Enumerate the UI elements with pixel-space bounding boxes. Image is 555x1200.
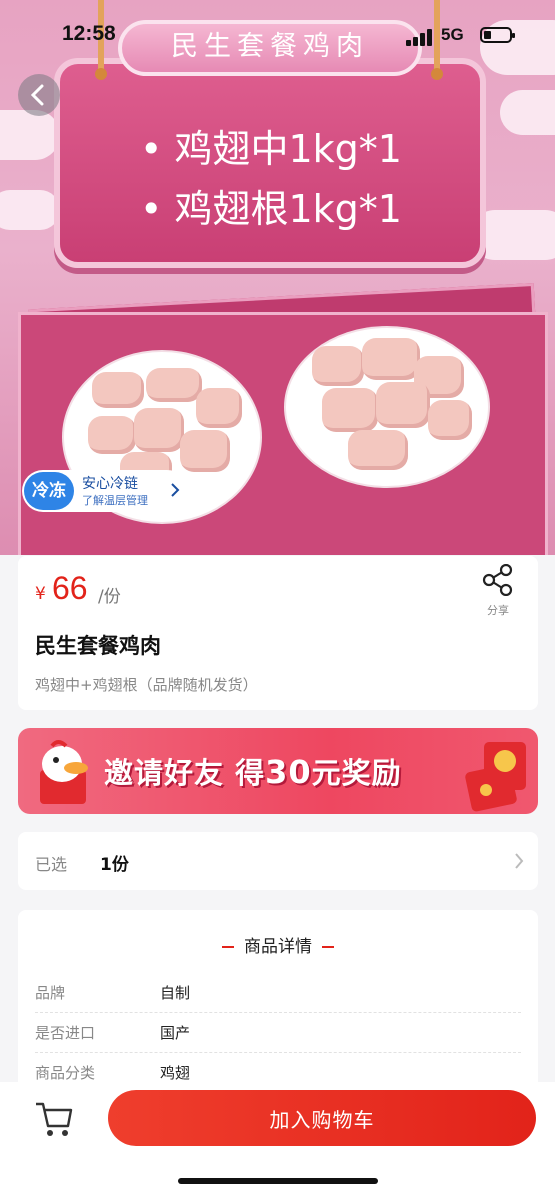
sign-pin (431, 68, 443, 80)
detail-row: 是否进口 国产 (35, 1012, 521, 1053)
selection-label: 已选 (35, 855, 68, 874)
cold-chain-subtitle: 了解温层管理 (82, 494, 148, 507)
meat-piece (362, 338, 420, 380)
signal-icon (406, 28, 434, 46)
sign-pin (95, 68, 107, 80)
back-icon (30, 84, 44, 106)
detail-value: 国产 (160, 1024, 191, 1042)
frozen-tag: 冷冻 (24, 472, 74, 510)
product-title: 民生套餐鸡肉 (35, 634, 161, 658)
product-details: 商品详情 品牌 自制 是否进口 国产 商品分类 鸡翅 (18, 910, 538, 1100)
details-heading: 商品详情 (18, 932, 538, 957)
detail-key: 品牌 (35, 984, 66, 1002)
meat-piece (92, 372, 144, 408)
price-unit: /份 (98, 587, 121, 607)
share-icon (482, 563, 513, 597)
product-subtitle: 鸡翅中+鸡翅根（品牌随机发货） (35, 676, 258, 694)
price-value: 66 (52, 570, 88, 606)
currency-symbol: ¥ (35, 584, 46, 604)
detail-value: 自制 (160, 984, 191, 1002)
selection-value: 1份 (100, 855, 129, 875)
coin-icon (494, 750, 516, 772)
cold-chain-badge[interactable]: 冷冻 安心冷链 了解温层管理 (22, 470, 188, 512)
back-button[interactable] (18, 74, 60, 116)
cold-chain-title: 安心冷链 (82, 476, 138, 492)
status-bar: 12:58 5G (0, 18, 555, 54)
network-type: 5G (441, 25, 464, 44)
bottom-action-bar: 加入购物车 (0, 1082, 555, 1200)
meat-piece (428, 400, 472, 440)
chevron-right-icon (515, 853, 524, 869)
mascot-icon (40, 740, 88, 804)
meat-piece (312, 346, 364, 386)
detail-value: 鸡翅 (160, 1064, 191, 1082)
meat-piece (146, 368, 202, 402)
share-button[interactable]: 分享 (478, 563, 518, 618)
battery-icon (480, 27, 515, 43)
meat-piece (376, 382, 430, 428)
invite-banner[interactable]: 邀请好友 得30元奖励 (18, 728, 538, 814)
cloud-decoration (500, 90, 555, 135)
meat-piece (134, 408, 184, 452)
meat-piece (88, 416, 136, 454)
meat-piece (180, 430, 230, 472)
cloud-decoration (0, 110, 60, 160)
detail-key: 商品分类 (35, 1064, 96, 1082)
cloud-decoration (0, 190, 60, 230)
meat-piece (322, 388, 378, 432)
coin-icon (480, 784, 492, 796)
status-time: 12:58 (62, 22, 116, 45)
add-to-cart-button[interactable]: 加入购物车 (108, 1090, 536, 1146)
price-card: ¥ 66 /份 分享 民生套餐鸡肉 鸡翅中+鸡翅根（品牌随机发货） (18, 556, 538, 710)
chevron-right-icon (171, 483, 180, 497)
home-indicator (178, 1178, 378, 1184)
meat-piece (348, 430, 408, 470)
detail-row: 品牌 自制 (35, 972, 521, 1013)
cart-icon[interactable] (34, 1098, 74, 1138)
meat-piece (196, 388, 242, 428)
banner-text: 邀请好友 得30元奖励 (104, 753, 402, 791)
product-hero-image[interactable]: 民生套餐鸡肉 • 鸡翅中1kg*1 • 鸡翅根1kg*1 冷冻 安心冷链 了解温… (0, 0, 555, 555)
selection-row[interactable]: 已选 1份 (18, 832, 538, 890)
bullet-item: • 鸡翅中1kg*1 (140, 127, 402, 171)
share-label: 分享 (487, 604, 509, 617)
detail-key: 是否进口 (35, 1024, 96, 1042)
bullet-item: • 鸡翅根1kg*1 (140, 187, 402, 231)
